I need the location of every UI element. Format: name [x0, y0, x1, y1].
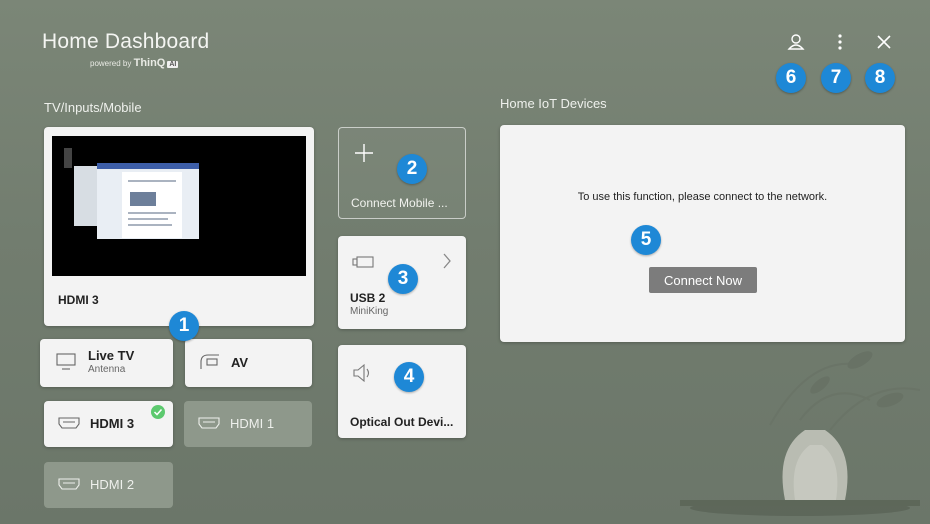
input-hdmi-1[interactable]: HDMI 1 [184, 401, 312, 447]
callout-badge-1: 1 [169, 311, 199, 341]
close-button[interactable] [872, 30, 896, 54]
plus-icon [355, 144, 373, 162]
callout-badge-2: 2 [397, 154, 427, 184]
tv-icon [56, 353, 76, 370]
callout-badge-8: 8 [865, 63, 895, 93]
close-icon [877, 35, 891, 49]
input-hdmi-3[interactable]: HDMI 3 [44, 401, 173, 447]
av-label: AV [231, 355, 249, 370]
tv-preview-image [52, 136, 306, 276]
iot-panel: To use this function, please connect to … [500, 125, 905, 342]
tv-card-label: HDMI 3 [58, 293, 99, 307]
usb-icon [352, 256, 374, 268]
iot-message: To use this function, please connect to … [577, 191, 828, 203]
account-button[interactable] [784, 30, 808, 54]
chevron-right-icon [443, 253, 451, 269]
av-icon [200, 354, 219, 369]
callout-badge-6: 6 [776, 63, 806, 93]
hdmi-icon [198, 417, 220, 429]
live-tv-label: Live TV [88, 348, 135, 363]
hdmi-icon [58, 417, 80, 429]
connect-now-button[interactable]: Connect Now [649, 267, 757, 293]
powered-by-text: powered by [90, 59, 132, 68]
optical-out-card[interactable]: Optical Out Devi... [338, 345, 466, 438]
callout-badge-5: 5 [631, 225, 661, 255]
input-av[interactable]: AV [185, 339, 312, 387]
connect-mobile-label: Connect Mobile ... [351, 196, 448, 210]
check-icon [151, 405, 165, 419]
brand-name: ThinQ [133, 57, 166, 69]
optical-out-label: Optical Out Devi... [350, 415, 454, 429]
decorative-plant-vase [680, 351, 921, 516]
section-title-iot: Home IoT Devices [500, 96, 607, 111]
speaker-icon [353, 363, 370, 383]
live-tv-sub: Antenna [88, 364, 126, 375]
usb-subtitle: MiniKing [350, 306, 389, 317]
screen-thumbnail [52, 136, 306, 276]
usb-title: USB 2 [350, 291, 386, 305]
callout-badge-3: 3 [388, 264, 418, 294]
hdmi-1-label: HDMI 1 [230, 416, 275, 431]
more-options-button[interactable] [828, 30, 852, 54]
account-icon [787, 34, 805, 50]
powered-by-thinq-logo: powered by ThinQ AI [90, 57, 179, 69]
input-live-tv[interactable]: Live TV Antenna [40, 339, 173, 387]
input-hdmi-2[interactable]: HDMI 2 [44, 462, 173, 508]
hdmi-icon [58, 478, 80, 490]
callout-badge-4: 4 [394, 362, 424, 392]
hdmi-3-label: HDMI 3 [90, 416, 135, 431]
page-title: Home Dashboard [42, 30, 210, 53]
hdmi-2-label: HDMI 2 [90, 477, 135, 492]
more-vertical-icon [838, 34, 842, 50]
section-title-tv-inputs: TV/Inputs/Mobile [44, 100, 142, 115]
callout-badge-7: 7 [821, 63, 851, 93]
ai-mark: AI [167, 61, 179, 68]
